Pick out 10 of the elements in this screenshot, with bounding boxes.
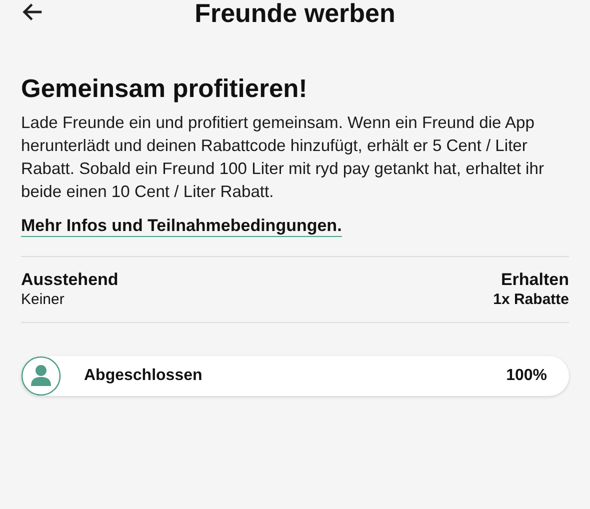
- progress-reading: 100%: [506, 366, 547, 386]
- stat-value: Keiner: [21, 290, 64, 310]
- stat-value: 1x Rabatte: [493, 290, 569, 310]
- section-heading: Gemeinsam profitieren!: [21, 74, 308, 105]
- progress-label: Abgeschlossen: [84, 366, 202, 386]
- stat-label: Ausstehend: [21, 268, 118, 290]
- page-title: Freunde werben: [194, 0, 396, 26]
- stat-label: Erhalten: [500, 268, 569, 290]
- description-text: Lade Freunde ein und profitiert gemeinsam. Wenn ein Freund die App herunterlädt und deinen Rabattcode hinzufügt, erhält er 5 Cent / Liter Rabatt. Sobald ein Freund 100 Liter mit ryd pay getankt hat, erhaltet ihr beide einen 10 Cent / Liter Rabatt.: [21, 112, 546, 203]
- info-link[interactable]: Mehr Infos und Teilnahmebedingungen.: [21, 214, 342, 237]
